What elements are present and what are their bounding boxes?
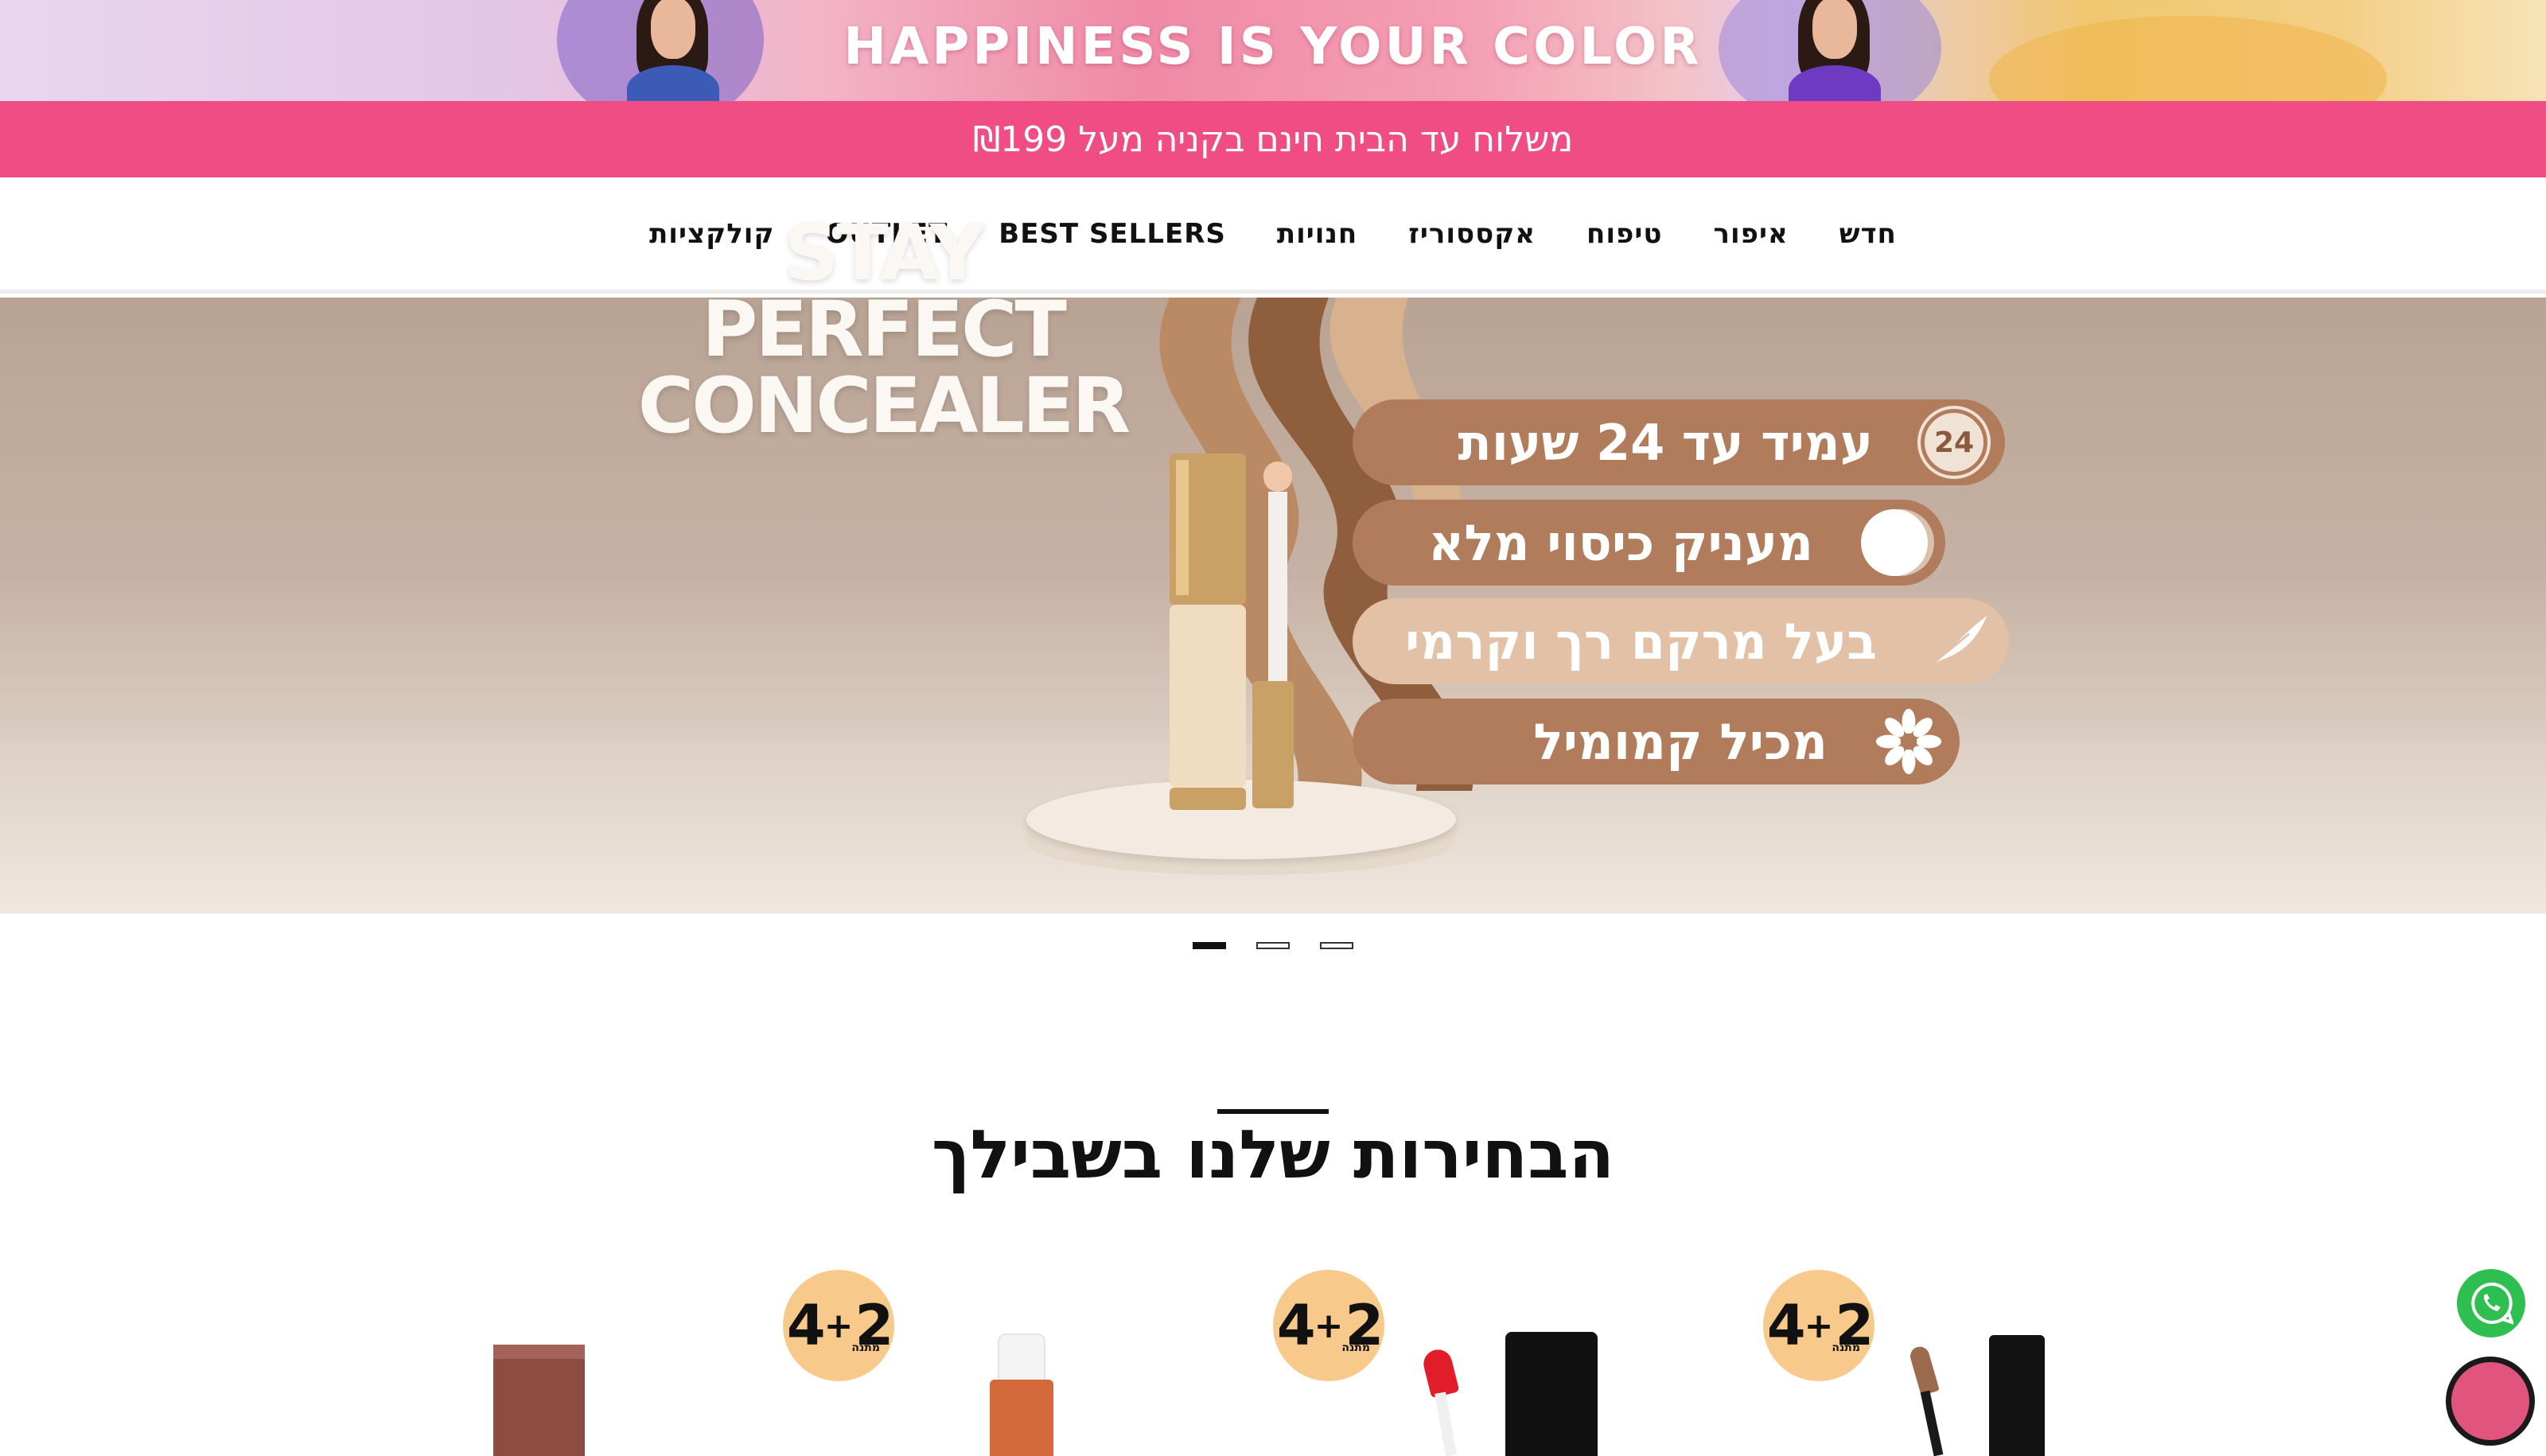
nav-item-accessories[interactable]: אקססוריז (1408, 218, 1536, 250)
deal-badge-4-plus-2[interactable]: 4 +2 מתנה (1763, 1270, 1874, 1381)
product-card-3[interactable] (1416, 1329, 1607, 1456)
carousel-dot-2[interactable] (1256, 942, 1290, 949)
free-shipping-text: משלוח עד הבית חינם בקניה מעל ₪199 (972, 119, 1574, 160)
product-card-4[interactable] (1908, 1333, 2053, 1456)
promo-banner-title: HAPPINESS IS YOUR COLOR (843, 18, 1703, 76)
carousel-pagination (0, 942, 2546, 949)
carousel-dot-3[interactable] (1320, 942, 1353, 949)
deal-gift-label: מתנה (851, 1341, 880, 1354)
chamomile-flower-icon (1875, 708, 1942, 775)
deal-gift-label: מתנה (1341, 1341, 1370, 1354)
feather-icon (1925, 608, 1991, 675)
hero-title: STAY PERFECT CONCEALER (605, 215, 1162, 444)
hero-feature-texture: בעל מרקם רך וקרמי (1353, 598, 2009, 684)
carousel-dot-1[interactable] (1193, 942, 1226, 949)
chat-button[interactable] (2446, 1357, 2535, 1446)
24-hours-icon: 24 (1917, 406, 1991, 479)
deal-gift-label: מתנה (1832, 1341, 1860, 1354)
nav-item-new[interactable]: חדש (1839, 218, 1897, 250)
product-card-1[interactable] (493, 1345, 585, 1456)
hero-feature-chamomile: מכיל קמומיל (1353, 699, 1960, 784)
hero-title-line1: STAY PERFECT (702, 208, 1067, 374)
main-nav: חדש איפור טיפוח אקססוריז חנויות BEST SEL… (0, 177, 2546, 294)
hero-feature-chamomile-text: מכיל קמומיל (1533, 712, 1828, 771)
deal-badge-4-plus-2[interactable]: 4 +2 מתנה (1273, 1270, 1384, 1381)
nav-item-skincare[interactable]: טיפוח (1586, 218, 1663, 250)
hero-feature-coverage-text: מעניק כיסוי מלא (1428, 513, 1813, 572)
whatsapp-button[interactable] (2457, 1269, 2525, 1337)
promo-banner[interactable]: HAPPINESS IS YOUR COLOR (0, 0, 2546, 101)
deal-badge-4-plus-2[interactable]: 4 +2 מתנה (783, 1270, 894, 1381)
hero-feature-24h: 24 עמיד עד 24 שעות (1353, 399, 2005, 485)
free-shipping-bar: משלוח עד הבית חינם בקניה מעל ₪199 (0, 101, 2546, 177)
hero-feature-coverage: מעניק כיסוי מלא (1353, 500, 1945, 586)
product-card-2[interactable] (987, 1333, 1058, 1456)
nav-item-stores[interactable]: חנויות (1277, 218, 1357, 250)
section-title: הבחירות שלנו בשבילך (931, 1115, 1615, 1193)
full-coverage-icon (1861, 509, 1928, 576)
hero-feature-24h-text: עמיד עד 24 שעות (1458, 413, 1873, 472)
section-divider (1217, 1109, 1329, 1114)
concealer-product-image (1170, 454, 1294, 810)
whatsapp-icon (2471, 1282, 2513, 1325)
nav-item-makeup[interactable]: איפור (1714, 218, 1789, 250)
hero-title-line2: CONCEALER (637, 361, 1131, 450)
hero-feature-texture-text: בעל מרקם רך וקרמי (1405, 612, 1877, 671)
